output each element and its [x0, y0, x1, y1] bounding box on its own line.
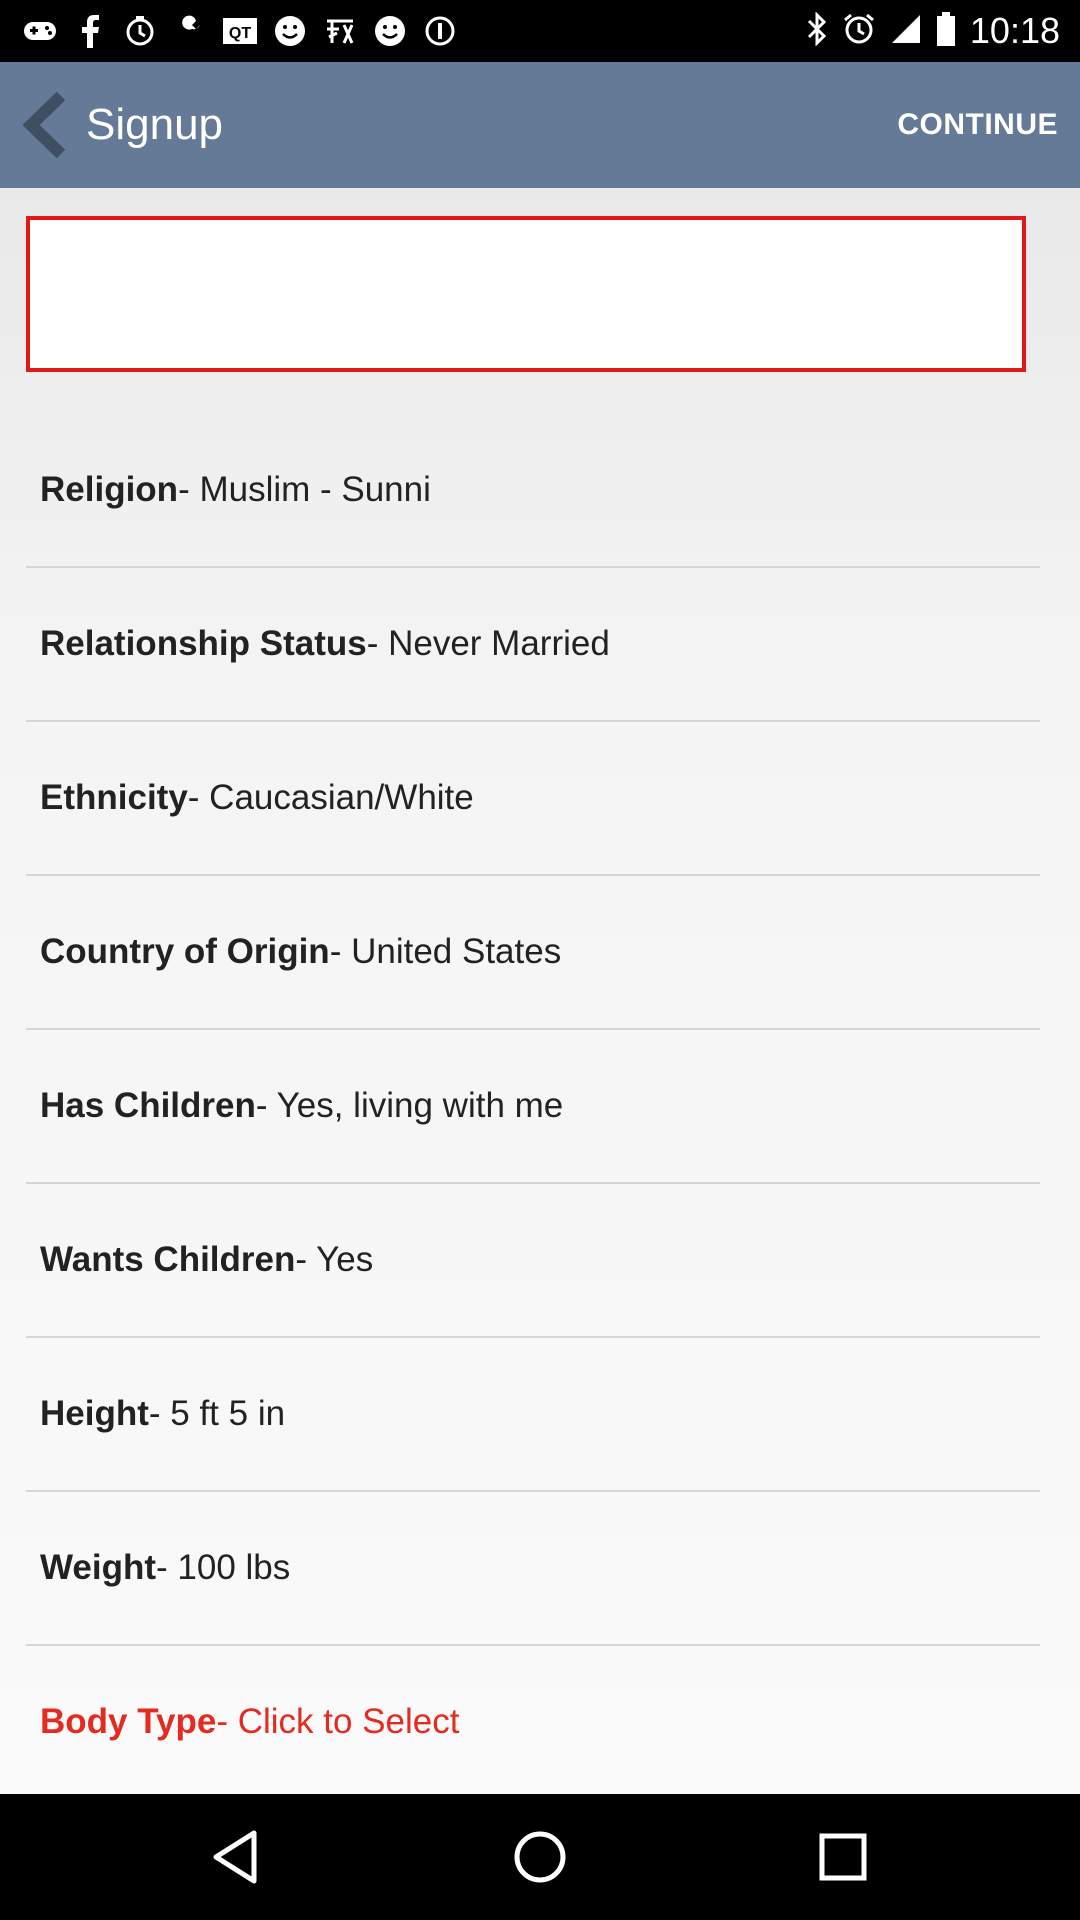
- list-item-wants-children[interactable]: Wants Children - Yes: [26, 1184, 1040, 1338]
- back-button[interactable]: [10, 80, 80, 170]
- list-item-religion[interactable]: Religion - Muslim - Sunni: [26, 414, 1040, 568]
- list-item-country-of-origin[interactable]: Country of Origin - United States: [26, 876, 1040, 1030]
- nav-recents-button[interactable]: [808, 1822, 878, 1892]
- continue-button[interactable]: CONTINUE: [897, 62, 1058, 188]
- info-icon: [422, 13, 458, 49]
- row-value: - 5 ft 5 in: [148, 1394, 286, 1433]
- signup-form: Religion - Muslim - Sunni Relationship S…: [0, 188, 1080, 1794]
- row-value: - Caucasian/White: [187, 778, 474, 817]
- row-label: Body Type: [40, 1702, 217, 1741]
- row-value: - 100 lbs: [156, 1548, 291, 1587]
- clock-time: 10:18: [969, 10, 1060, 51]
- list-item-height[interactable]: Height - 5 ft 5 in: [26, 1338, 1040, 1492]
- signal-icon: [890, 13, 922, 50]
- list-item-relationship-status[interactable]: Relationship Status - Never Married: [26, 568, 1040, 722]
- clock-icon: [122, 13, 158, 49]
- list-item-weight[interactable]: Weight - 100 lbs: [26, 1492, 1040, 1646]
- row-label: Religion: [40, 470, 179, 509]
- action-bar: Signup CONTINUE: [0, 62, 1080, 188]
- row-label: Has Children: [40, 1086, 256, 1125]
- smiley-icon: [272, 13, 308, 49]
- qt-icon: QT: [222, 13, 258, 49]
- row-value: - Click to Select: [216, 1702, 460, 1741]
- svg-text:QT: QT: [229, 25, 251, 42]
- list-item-has-children[interactable]: Has Children - Yes, living with me: [26, 1030, 1040, 1184]
- gamepad-icon: [22, 13, 58, 49]
- row-label: Ethnicity: [40, 778, 188, 817]
- bluetooth-icon: [806, 10, 828, 51]
- battery-icon: [936, 11, 956, 51]
- row-value: - Never Married: [366, 624, 610, 663]
- row-label: Height: [40, 1394, 149, 1433]
- row-label: Wants Children: [40, 1240, 296, 1279]
- home-icon: [514, 1831, 566, 1883]
- navigation-bar: [0, 1794, 1080, 1920]
- page-title: Signup: [86, 100, 224, 149]
- row-label: Weight: [40, 1548, 157, 1587]
- profile-attributes-list: Religion - Muslim - Sunni Relationship S…: [26, 414, 1040, 1798]
- nav-home-button[interactable]: [505, 1822, 575, 1892]
- status-bar: QT 10:18: [0, 0, 1080, 62]
- back-icon: [213, 1830, 257, 1884]
- list-item-body-type[interactable]: Body Type - Click to Select: [26, 1646, 1040, 1798]
- recents-icon: [819, 1833, 867, 1881]
- chinese-char-icon: [322, 13, 358, 49]
- smiley-icon: [372, 13, 408, 49]
- row-label: Relationship Status: [40, 624, 367, 663]
- text-input-field[interactable]: [26, 216, 1026, 372]
- nav-back-button[interactable]: [200, 1822, 270, 1892]
- row-value: - Yes: [295, 1240, 374, 1279]
- row-value: - United States: [329, 932, 562, 971]
- chevron-left-icon: [22, 92, 66, 158]
- list-item-ethnicity[interactable]: Ethnicity - Caucasian/White: [26, 722, 1040, 876]
- wrench-icon: [172, 13, 208, 49]
- row-label: Country of Origin: [40, 932, 330, 971]
- notification-icons: QT: [22, 0, 458, 62]
- row-value: - Muslim - Sunni: [178, 470, 431, 509]
- alarm-icon: [842, 12, 876, 51]
- facebook-icon: [72, 13, 108, 49]
- row-value: - Yes, living with me: [255, 1086, 564, 1125]
- system-icons: 10:18: [806, 0, 1060, 62]
